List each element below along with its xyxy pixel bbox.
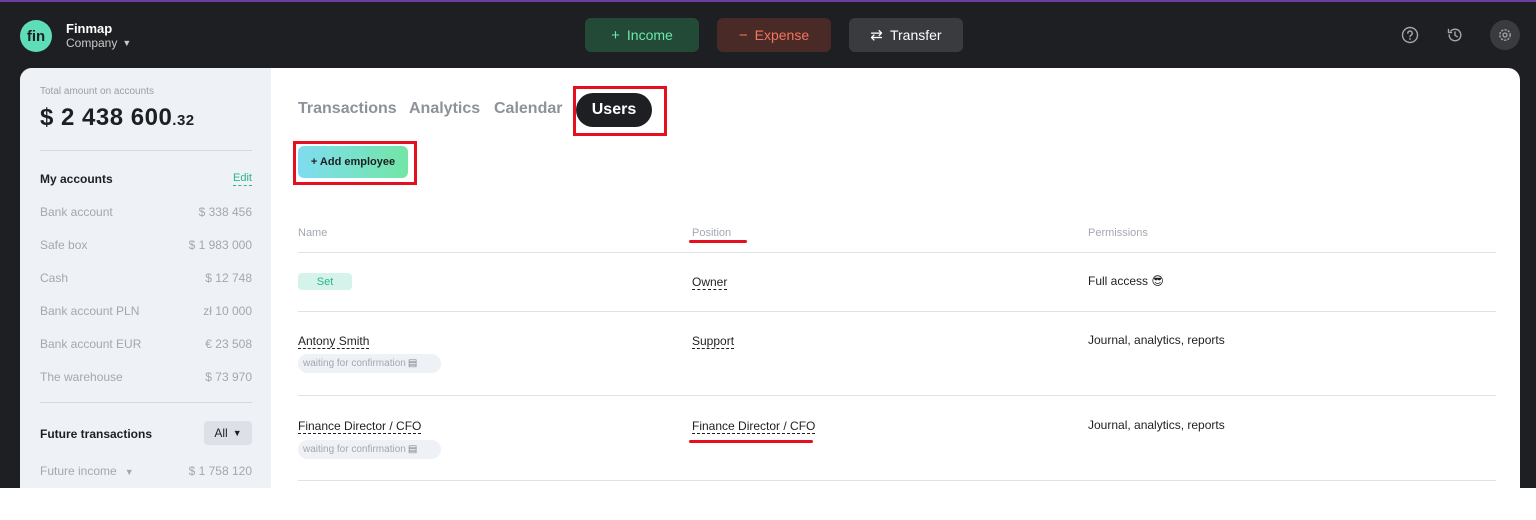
account-row[interactable]: Bank account PLN zł 10 000	[40, 304, 252, 318]
position-cell[interactable]: Support	[692, 334, 735, 349]
account-row[interactable]: Bank account $ 338 456	[40, 205, 252, 219]
future-income-row[interactable]: Future income ▼ $ 1 758 120	[40, 464, 252, 478]
account-amount: $ 12 748	[205, 271, 252, 285]
permissions-text: Full access	[1088, 274, 1149, 288]
my-accounts-title: My accounts	[40, 172, 113, 186]
position-cell[interactable]: Owner	[692, 275, 728, 290]
future-income-label: Future income	[40, 464, 117, 478]
future-income-amount: $ 1 758 120	[188, 464, 252, 478]
tab-calendar[interactable]: Calendar	[494, 100, 562, 118]
chevron-down-icon: ▼	[232, 428, 242, 438]
account-amount: € 23 508	[205, 337, 252, 351]
edit-accounts-link[interactable]: Edit	[233, 172, 252, 186]
sidebar: Total amount on accounts $ 2 438 600.32 …	[20, 68, 271, 488]
future-filter-value: All	[214, 426, 228, 440]
company-selector[interactable]: Company ▼	[66, 36, 131, 51]
tab-transactions[interactable]: Transactions	[298, 100, 397, 118]
hourglass-icon: ▤	[407, 444, 418, 455]
transfer-label: Transfer	[889, 27, 942, 43]
status-badge: waiting for confirmation ▤	[298, 354, 441, 373]
income-button[interactable]: + Income	[585, 18, 699, 52]
status-text: waiting for confirmation	[303, 444, 406, 455]
total-amount: $ 2 438 600.32	[40, 104, 195, 132]
plus-icon: +	[611, 26, 620, 44]
total-amount-main: $ 2 438 600	[40, 104, 173, 131]
account-amount: $ 338 456	[198, 205, 252, 219]
total-amount-cents: .32	[172, 112, 195, 129]
table-divider	[298, 395, 1496, 396]
chevron-down-icon: ▼	[124, 467, 134, 477]
account-name: Safe box	[40, 238, 88, 252]
permissions-cell: Full access 😎	[1088, 274, 1164, 288]
app-name: Finmap	[66, 21, 113, 36]
position-cell[interactable]: Finance Director / CFO	[692, 419, 816, 434]
add-employee-highlight	[293, 141, 417, 185]
minus-icon: −	[738, 26, 748, 44]
glasses-emoji-icon: 😎	[1151, 274, 1164, 288]
transfer-button[interactable]: ⇄ Transfer	[849, 18, 963, 52]
account-name: Bank account PLN	[40, 304, 140, 318]
main-panel: Total amount on accounts $ 2 438 600.32 …	[20, 68, 1520, 488]
future-filter-select[interactable]: All ▼	[204, 421, 252, 445]
status-text: waiting for confirmation	[303, 358, 406, 369]
account-row[interactable]: Cash $ 12 748	[40, 271, 252, 285]
settings-icon[interactable]	[1490, 20, 1520, 50]
account-amount: $ 1 983 000	[188, 238, 252, 252]
future-income-label-wrap: Future income ▼	[40, 464, 134, 478]
permissions-cell: Journal, analytics, reports	[1088, 418, 1225, 432]
app-logo: fin	[20, 20, 52, 52]
help-icon[interactable]	[1398, 23, 1422, 47]
employee-name[interactable]: Antony Smith	[298, 334, 370, 349]
column-header-position[interactable]: Position	[692, 227, 731, 239]
account-name: The warehouse	[40, 370, 123, 384]
position-header-underline	[689, 240, 747, 243]
account-row[interactable]: Safe box $ 1 983 000	[40, 238, 252, 252]
employee-name[interactable]: Finance Director / CFO	[298, 419, 422, 434]
expense-label: Expense	[754, 27, 810, 43]
account-name: Cash	[40, 271, 69, 285]
table-divider	[298, 252, 1496, 253]
set-name-button[interactable]: Set	[298, 273, 352, 290]
column-header-permissions: Permissions	[1088, 227, 1148, 239]
history-icon[interactable]	[1443, 23, 1467, 47]
account-name: Bank account EUR	[40, 337, 142, 351]
status-badge: waiting for confirmation ▤	[298, 440, 441, 459]
company-label: Company	[66, 36, 118, 50]
account-name: Bank account	[40, 205, 113, 219]
divider	[40, 150, 252, 151]
account-amount: $ 73 970	[205, 370, 252, 384]
permissions-cell: Journal, analytics, reports	[1088, 333, 1225, 347]
content-area: Transactions Analytics Calendar Users + …	[271, 68, 1520, 488]
company-switcher[interactable]: fin Finmap Company ▼	[20, 20, 131, 52]
hourglass-icon: ▤	[407, 358, 418, 369]
table-divider	[298, 480, 1496, 481]
total-label: Total amount on accounts	[40, 86, 154, 97]
divider	[40, 402, 252, 403]
account-row[interactable]: Bank account EUR € 23 508	[40, 337, 252, 351]
chevron-down-icon: ▼	[122, 38, 132, 48]
account-amount: zł 10 000	[203, 304, 252, 318]
expense-button[interactable]: − Expense	[717, 18, 831, 52]
position-cell-underline	[689, 440, 813, 443]
account-row[interactable]: The warehouse $ 73 970	[40, 370, 252, 384]
future-transactions-title: Future transactions	[40, 427, 153, 441]
column-header-name: Name	[298, 227, 328, 239]
transfer-icon: ⇄	[870, 27, 883, 44]
users-tab-highlight	[573, 86, 667, 136]
income-label: Income	[626, 27, 673, 43]
tab-analytics[interactable]: Analytics	[409, 100, 480, 118]
table-divider	[298, 311, 1496, 312]
